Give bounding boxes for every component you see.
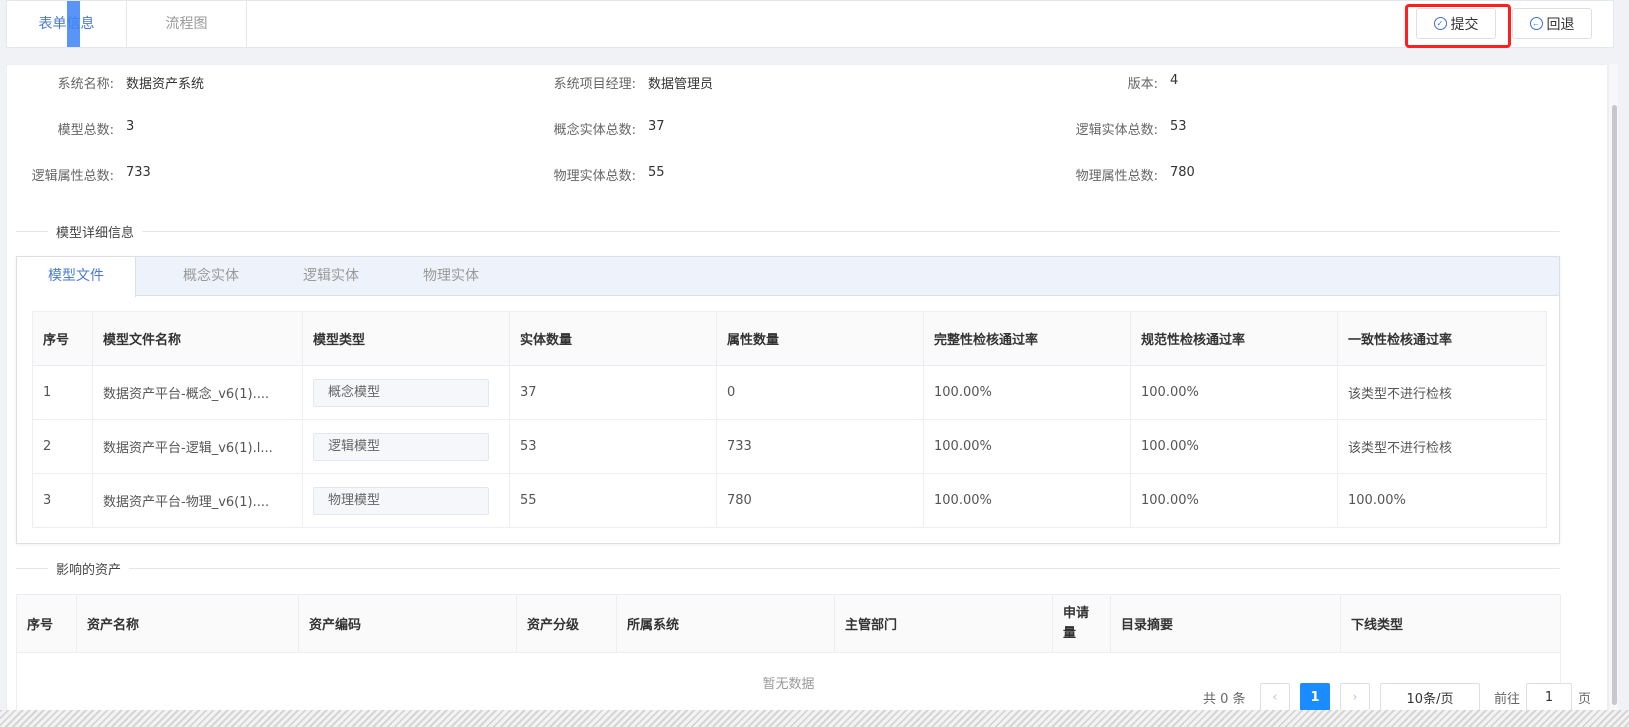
tab-physical-entity[interactable]: 物理实体	[393, 257, 509, 296]
back-button[interactable]: ← 回退	[1512, 8, 1592, 39]
submit-button[interactable]: ✓ 提交	[1416, 8, 1496, 39]
concept-total-label: 概念实体总数:	[553, 123, 636, 138]
physical-attr-total-value: 780	[1170, 165, 1195, 180]
cell-attrs: 780	[716, 473, 924, 528]
cell-standard: 100.00%	[1130, 473, 1338, 528]
table-row[interactable]: 1 数据资产平台-概念_v6(1).... 概念模型 37 0 100.00% …	[32, 365, 1547, 420]
goto-suffix: 页	[1578, 691, 1592, 707]
top-tab-bar: 表单信息 流程图	[6, 0, 1614, 48]
cell-type: 概念模型	[302, 365, 510, 420]
manager-value: 数据管理员	[648, 77, 714, 92]
page-size-select[interactable]: 10条/页	[1380, 683, 1480, 711]
col-header: 实体数量	[509, 311, 717, 366]
cell-consistency: 该类型不进行检核	[1337, 419, 1547, 474]
next-page-button[interactable]: ›	[1340, 683, 1370, 711]
cell-standard: 100.00%	[1130, 419, 1338, 474]
concept-total-value: 37	[648, 119, 665, 134]
model-section-divider	[16, 231, 1560, 232]
model-file-table: 序号 模型文件名称 模型类型 实体数量 属性数量 完整性检核通过率 规范性检核通…	[32, 311, 1547, 528]
cell-integrity: 100.00%	[923, 419, 1131, 474]
model-type-field: 逻辑模型	[313, 432, 489, 461]
system-name-value: 数据资产系统	[126, 77, 205, 92]
model-type-field: 物理模型	[313, 486, 489, 515]
cell-file-name: 数据资产平台-物理_v6(1)....	[92, 473, 303, 528]
check-circle-icon: ✓	[1433, 17, 1447, 30]
physical-total-value: 55	[648, 165, 665, 180]
table-header-row: 序号 模型文件名称 模型类型 实体数量 属性数量 完整性检核通过率 规范性检核通…	[32, 311, 1547, 366]
cell-entities: 55	[509, 473, 717, 528]
logic-total-value: 53	[1170, 119, 1187, 134]
cell-no: 3	[32, 473, 93, 528]
col-header: 所属系统	[616, 594, 835, 653]
table-header-row: 序号 资产名称 资产编码 资产分级 所属系统 主管部门 申请量 目录摘要 下线类…	[16, 594, 1561, 653]
model-section-title: 模型详细信息	[48, 222, 143, 241]
col-header: 资产分级	[516, 594, 617, 653]
col-header: 资产名称	[76, 594, 299, 653]
prev-page-button[interactable]: ‹	[1260, 683, 1290, 711]
cell-integrity: 100.00%	[923, 473, 1131, 528]
system-name-label: 系统名称:	[57, 77, 114, 92]
submit-label: 提交	[1450, 15, 1479, 32]
col-header: 一致性检核通过率	[1337, 311, 1547, 366]
cell-entities: 37	[509, 365, 717, 420]
col-header: 模型文件名称	[92, 311, 303, 366]
cell-no: 2	[32, 419, 93, 474]
col-header: 序号	[16, 594, 77, 653]
cell-entities: 53	[509, 419, 717, 474]
version-value: 4	[1170, 73, 1179, 88]
cell-integrity: 100.00%	[923, 365, 1131, 420]
version-label: 版本:	[1127, 77, 1158, 92]
cell-file-name: 数据资产平台-逻辑_v6(1).l...	[92, 419, 303, 474]
tab-logic-entity[interactable]: 逻辑实体	[273, 257, 389, 296]
col-header: 模型类型	[302, 311, 510, 366]
chevron-right-icon: ›	[1352, 689, 1358, 705]
cell-type: 物理模型	[302, 473, 510, 528]
col-header: 属性数量	[716, 311, 924, 366]
col-header: 资产编码	[298, 594, 517, 653]
physical-total-label: 物理实体总数:	[553, 169, 636, 184]
col-header: 序号	[32, 311, 93, 366]
tab-flowchart[interactable]: 流程图	[127, 1, 247, 47]
table-row[interactable]: 3 数据资产平台-物理_v6(1).... 物理模型 55 780 100.00…	[32, 473, 1547, 528]
goto-prefix: 前往	[1494, 691, 1521, 707]
col-header: 下线类型	[1340, 594, 1561, 653]
cell-file-name: 数据资产平台-概念_v6(1)....	[92, 365, 303, 420]
model-type-field: 概念模型	[313, 378, 489, 407]
page-number-button[interactable]: 1	[1300, 683, 1330, 711]
text-cursor-highlight	[67, 1, 80, 47]
physical-attr-total-label: 物理属性总数:	[1075, 169, 1158, 184]
col-header: 申请量	[1052, 594, 1111, 653]
table-row[interactable]: 2 数据资产平台-逻辑_v6(1).l... 逻辑模型 53 733 100.0…	[32, 419, 1547, 474]
cell-consistency: 100.00%	[1337, 473, 1547, 528]
scrollbar-thumb[interactable]	[1612, 105, 1617, 705]
model-total-label: 模型总数:	[57, 123, 114, 138]
col-header: 主管部门	[834, 594, 1053, 653]
tab-concept-entity[interactable]: 概念实体	[153, 257, 269, 296]
cell-standard: 100.00%	[1130, 365, 1338, 420]
chevron-left-icon: ‹	[1272, 689, 1278, 705]
asset-section-title: 影响的资产	[48, 559, 130, 578]
manager-label: 系统项目经理:	[553, 77, 636, 92]
col-header: 完整性检核通过率	[923, 311, 1131, 366]
pagination-total: 共 0 条	[1203, 691, 1246, 707]
tab-model-file[interactable]: 模型文件	[17, 257, 136, 297]
model-total-value: 3	[126, 119, 135, 134]
asset-section-divider	[16, 568, 1560, 569]
back-label: 回退	[1546, 15, 1575, 32]
col-header: 规范性检核通过率	[1130, 311, 1338, 366]
logic-attr-total-value: 733	[126, 165, 151, 180]
model-tab-card: 模型文件 概念实体 逻辑实体 物理实体 序号 模型文件名称 模型类型 实体数量 …	[16, 256, 1560, 544]
cell-consistency: 该类型不进行检核	[1337, 365, 1547, 420]
cell-type: 逻辑模型	[302, 419, 510, 474]
arrow-left-circle-icon: ←	[1529, 17, 1543, 30]
cell-attrs: 733	[716, 419, 924, 474]
logic-total-label: 逻辑实体总数:	[1075, 123, 1158, 138]
cell-attrs: 0	[716, 365, 924, 420]
col-header: 目录摘要	[1110, 594, 1341, 653]
cell-no: 1	[32, 365, 93, 420]
logic-attr-total-label: 逻辑属性总数:	[31, 169, 114, 184]
bottom-edge	[0, 710, 1629, 727]
goto-page-input[interactable]: 1	[1526, 683, 1572, 711]
model-tab-header: 模型文件 概念实体 逻辑实体 物理实体	[17, 257, 1559, 297]
